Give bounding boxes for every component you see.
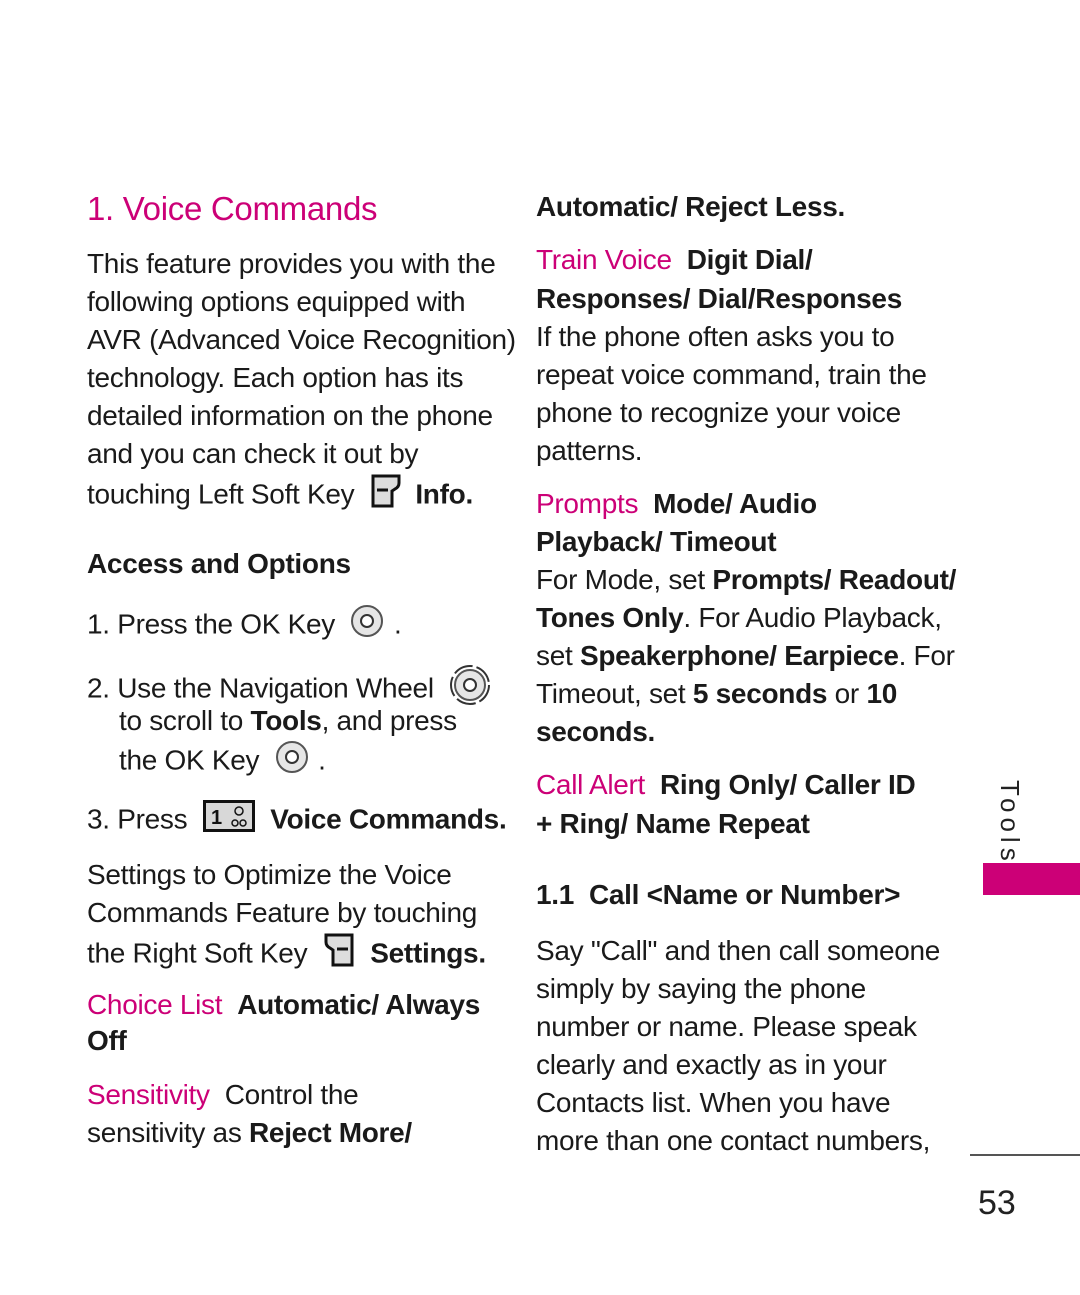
prompts-desc-text: or	[827, 678, 867, 709]
train-voice-values: Responses/ Dial/Responses	[536, 283, 902, 314]
step-3-text: 3. Press	[87, 803, 188, 835]
call-alert-option: Call Alert Ring Only/ Caller ID	[536, 766, 916, 804]
right-soft-key-icon	[323, 932, 355, 978]
sensitivity-line-2: sensitivity as Reject More/	[87, 1114, 412, 1152]
prompts-desc-value: 5 seconds	[692, 678, 828, 709]
prompts-desc-value: Prompts/ Readout/	[712, 564, 957, 595]
sensitivity-desc: sensitivity as	[87, 1117, 249, 1148]
prompts-desc-text: . For Audio Playback,	[683, 602, 942, 633]
sensitivity-label: Sensitivity	[87, 1079, 210, 1110]
access-heading: Access and Options	[87, 548, 351, 579]
chapter-tab-marker	[983, 863, 1080, 895]
settings-line: the Right Soft Key	[87, 937, 308, 969]
subsection-line: number or name. Please speak	[536, 1011, 917, 1042]
prompts-values: Playback/ Timeout	[536, 526, 777, 557]
step-2-text: , and press	[321, 705, 458, 736]
train-voice-option: Train Voice Digit Dial/	[536, 241, 813, 279]
intro-line: technology. Each option has its	[87, 362, 464, 393]
choice-list-option: Choice List Automatic/ Always	[87, 986, 480, 1024]
choice-list-values: Automatic/ Always	[237, 989, 480, 1020]
ok-key-icon	[275, 740, 309, 784]
tools-menu-name: Tools	[250, 705, 322, 736]
intro-line: touching Left Soft Key	[87, 478, 355, 510]
train-voice-desc: If the phone often asks you to	[536, 321, 895, 352]
train-voice-desc: phone to recognize your voice	[536, 397, 901, 428]
prompts-desc-value: seconds.	[536, 716, 655, 747]
prompts-desc-text: Timeout, set	[536, 678, 693, 709]
sensitivity-values: Reject More/	[249, 1117, 412, 1148]
call-alert-values: + Ring/ Name Repeat	[536, 808, 810, 839]
call-alert-values: Ring Only/ Caller ID	[660, 769, 916, 800]
voice-commands-label: Voice Commands.	[270, 803, 507, 835]
subsection-line: simply by saying the phone	[536, 973, 866, 1004]
intro-line: following options equipped with	[87, 286, 466, 317]
footer-rule	[970, 1154, 1080, 1156]
settings-line-with-key: the Right Soft Key Settings.	[87, 932, 486, 978]
choice-list-label: Choice List	[87, 989, 223, 1020]
step-3: 3. Press 1 Voice Commands.	[87, 800, 507, 842]
intro-line: This feature provides you with the	[87, 248, 496, 279]
left-soft-key-label: Info.	[415, 478, 473, 510]
prompts-desc: Tones Only. For Audio Playback,	[536, 599, 942, 637]
chapter-tab-label: Tools	[995, 780, 1025, 866]
sensitivity-values: Automatic/ Reject Less.	[536, 191, 845, 222]
step-1-end: .	[393, 608, 402, 640]
prompts-desc-value: 10	[866, 678, 897, 709]
subsection-line: Contacts list. When you have	[536, 1087, 891, 1118]
settings-line: Commands Feature by touching	[87, 897, 478, 928]
prompts-desc-text: For Mode, set	[536, 564, 713, 595]
subsection-heading: 1.1 Call <Name or Number>	[536, 879, 901, 910]
subsection-line: clearly and exactly as in your	[536, 1049, 887, 1080]
step-2-text: 2. Use the Navigation Wheel	[87, 672, 434, 704]
prompts-desc-value: Tones Only	[536, 602, 684, 633]
right-soft-key-label: Settings.	[370, 937, 486, 969]
train-voice-desc: repeat voice command, train the	[536, 359, 927, 390]
call-alert-label: Call Alert	[536, 769, 646, 800]
step-2-text: the OK Key	[119, 744, 260, 776]
step-2-end: .	[318, 744, 326, 776]
left-soft-key-icon	[370, 473, 402, 519]
subsection-line: more than one contact numbers,	[536, 1125, 931, 1156]
step-2-line-2: to scroll to Tools, and press	[119, 702, 457, 740]
settings-line: Settings to Optimize the Voice	[87, 859, 452, 890]
prompts-desc: set Speakerphone/ Earpiece. For	[536, 637, 955, 675]
train-voice-values: Digit Dial/	[686, 244, 813, 275]
choice-list-values: Off	[87, 1025, 127, 1056]
key-1-voicemail-icon: 1	[202, 800, 255, 842]
svg-text:1: 1	[211, 807, 222, 829]
sensitivity-desc: Control the	[224, 1079, 359, 1110]
intro-line: detailed information on the phone	[87, 400, 493, 431]
prompts-label: Prompts	[536, 488, 639, 519]
prompts-desc-text: . For	[898, 640, 955, 671]
train-voice-label: Train Voice	[536, 244, 672, 275]
prompts-desc: Timeout, set 5 seconds or 10	[536, 675, 897, 713]
prompts-values: Mode/ Audio	[653, 488, 817, 519]
prompts-option: Prompts Mode/ Audio	[536, 485, 817, 523]
step-1: 1. Press the OK Key .	[87, 604, 402, 648]
prompts-desc-text: set	[536, 640, 580, 671]
step-1-text: 1. Press the OK Key	[87, 608, 335, 640]
page-number: 53	[978, 1184, 1016, 1222]
prompts-desc: For Mode, set Prompts/ Readout/	[536, 561, 956, 599]
ok-key-icon	[350, 604, 384, 648]
prompts-desc-value: Speakerphone/ Earpiece	[579, 640, 899, 671]
train-voice-desc: patterns.	[536, 435, 643, 466]
sensitivity-option: Sensitivity Control the	[87, 1076, 359, 1114]
subsection-line: Say "Call" and then call someone	[536, 935, 941, 966]
intro-line-with-key: touching Left Soft Key Info.	[87, 473, 473, 519]
intro-line: AVR (Advanced Voice Recognition)	[87, 324, 516, 355]
step-2-line-3: the OK Key .	[119, 740, 326, 784]
section-title: 1. Voice Commands	[87, 190, 378, 227]
intro-line: and you can check it out by	[87, 438, 419, 469]
step-2-text: to scroll to	[119, 705, 251, 736]
